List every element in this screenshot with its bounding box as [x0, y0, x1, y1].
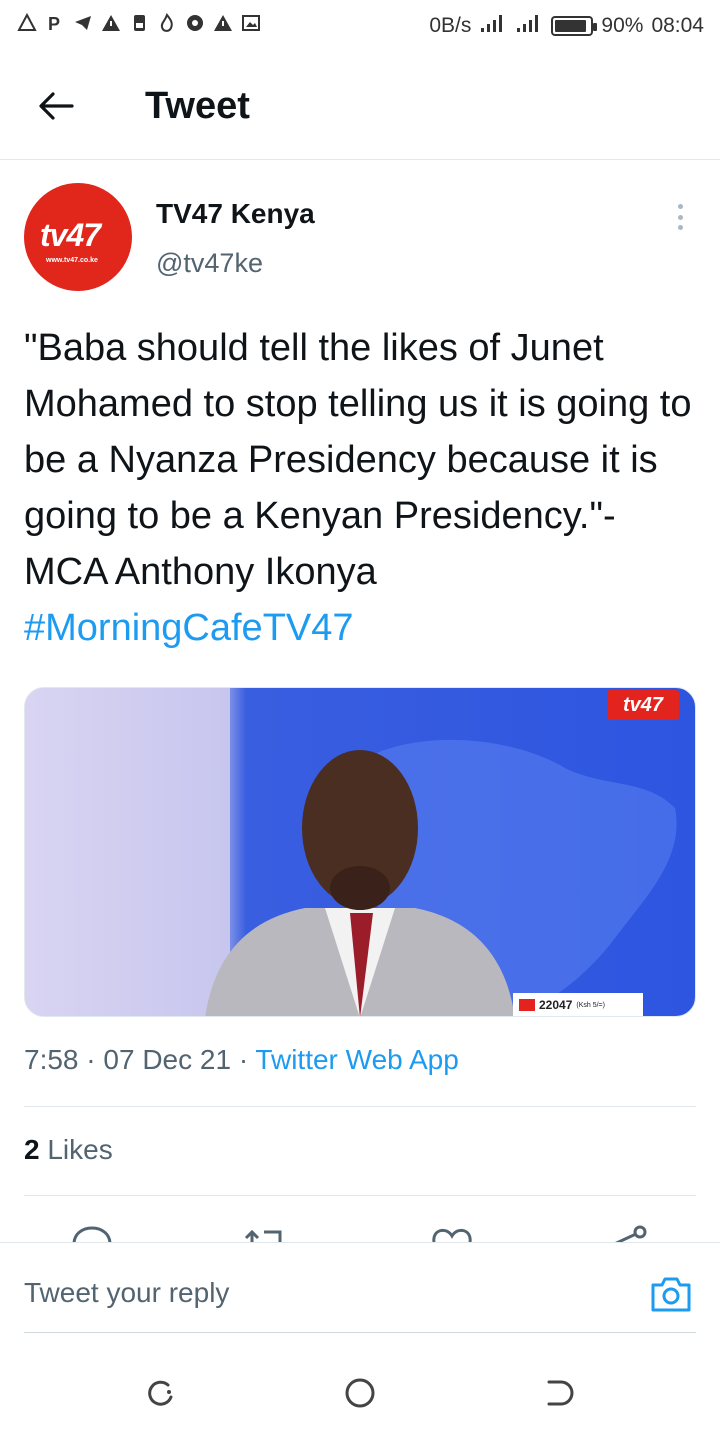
divider	[24, 1195, 696, 1196]
reply-icon[interactable]	[70, 1224, 114, 1242]
signal-icon	[515, 12, 543, 40]
image-icon	[240, 12, 262, 34]
hashtag-link[interactable]: #MorningCafeTV47	[24, 607, 354, 649]
more-options-button[interactable]	[668, 200, 692, 234]
sms-ticker: 22047 (Ksh 5/=)	[513, 993, 643, 1016]
tweet-time: 7:58	[24, 1044, 79, 1075]
like-icon[interactable]	[430, 1224, 474, 1242]
arrow-left-icon	[39, 92, 74, 120]
more-dot	[677, 214, 683, 220]
status-bar: P 0B/s 90% 08:04	[0, 0, 720, 50]
more-dot	[677, 204, 683, 209]
envelope-icon	[519, 999, 535, 1011]
chrome-icon	[184, 12, 206, 34]
meta-separator: ·	[86, 1044, 96, 1075]
ticker-price: (Ksh 5/=)	[576, 1001, 605, 1009]
p-icon: P	[44, 12, 66, 34]
alert-icon	[16, 12, 38, 34]
page-title: Tweet	[145, 85, 250, 127]
tweet-media[interactable]: tv47 22047 (Ksh 5/=)	[24, 687, 696, 1017]
back-nav-icon[interactable]	[541, 1375, 577, 1411]
sim-icon	[128, 12, 150, 34]
network-speed: 0B/s	[429, 14, 472, 37]
battery-fill	[555, 20, 586, 32]
likes-count[interactable]: 2 Likes	[24, 1134, 113, 1166]
ticker-number: 22047	[539, 998, 573, 1012]
retweet-icon[interactable]	[244, 1224, 288, 1242]
avatar-logo: tv47	[40, 217, 101, 253]
back-button[interactable]	[34, 84, 78, 128]
tweet-actions	[0, 1220, 720, 1242]
likes-number: 2	[24, 1134, 40, 1165]
signal-icon	[479, 12, 507, 40]
author-handle[interactable]: @tv47ke	[156, 248, 263, 279]
reply-underline	[24, 1332, 696, 1333]
more-dot	[677, 225, 683, 230]
avatar-url: www.tv47.co.ke	[46, 257, 98, 264]
reply-bar: Tweet your reply	[0, 1242, 720, 1342]
recent-apps-icon[interactable]	[142, 1375, 178, 1411]
tv47-badge: tv47	[607, 690, 679, 720]
speaker-image	[205, 750, 515, 1016]
svg-text:P: P	[48, 14, 60, 33]
telegram-icon	[72, 12, 94, 34]
fire-icon	[156, 12, 178, 34]
warning-icon	[100, 12, 122, 34]
system-nav-bar	[0, 1345, 720, 1440]
avatar[interactable]: tv47 www.tv47.co.ke	[24, 183, 132, 291]
clock: 08:04	[651, 14, 704, 37]
author-name[interactable]: TV47 Kenya	[156, 198, 315, 230]
meta-separator: ·	[238, 1044, 249, 1075]
reply-input[interactable]: Tweet your reply	[24, 1277, 229, 1309]
battery-percent: 90%	[601, 14, 644, 37]
header: Tweet	[0, 50, 720, 160]
status-right: 0B/s 90% 08:04	[429, 12, 704, 40]
camera-icon[interactable]	[650, 1275, 692, 1313]
tweet-source-link[interactable]: Twitter Web App	[255, 1044, 458, 1075]
tweet-meta: 7:58 · 07 Dec 21 · Twitter Web App	[24, 1044, 459, 1076]
likes-label: Likes	[47, 1134, 113, 1165]
tweet-text: "Baba should tell the likes of Junet Moh…	[24, 320, 704, 656]
home-icon[interactable]	[342, 1375, 378, 1411]
tweet-body: "Baba should tell the likes of Junet Moh…	[24, 327, 692, 593]
notification-icons: P	[16, 12, 262, 34]
divider	[24, 1106, 696, 1107]
battery-icon	[551, 16, 598, 36]
warning-icon	[212, 12, 234, 34]
share-icon[interactable]	[608, 1224, 652, 1242]
tweet-date: 07 Dec 21	[103, 1044, 232, 1075]
